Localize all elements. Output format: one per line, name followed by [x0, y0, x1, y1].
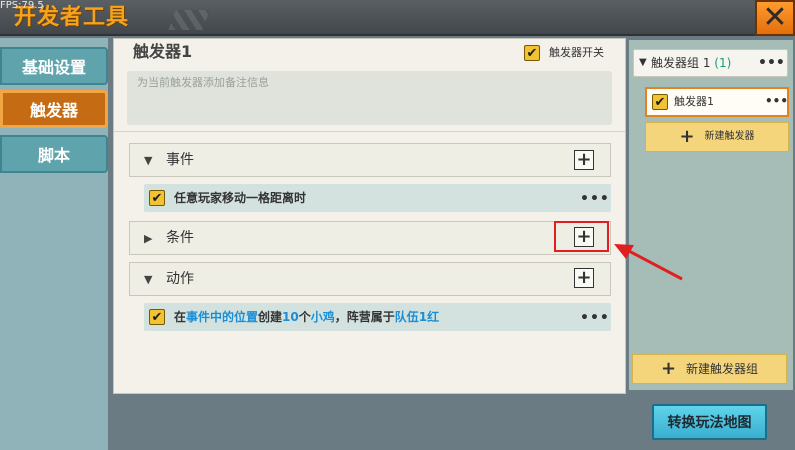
title-decoration: [168, 10, 210, 30]
action-param-count[interactable]: 10: [282, 310, 299, 324]
more-icon[interactable]: •••: [758, 56, 785, 70]
check-icon: ✔: [654, 94, 666, 110]
sidebar-item-label: 脚本: [37, 146, 70, 165]
trigger-switch-checkbox[interactable]: ✔: [524, 45, 540, 61]
caret-down-icon[interactable]: ▼: [144, 274, 152, 286]
action-param-position[interactable]: 事件中的位置: [186, 310, 258, 324]
trigger-group-count: (1): [714, 56, 732, 70]
event-item-text: 任意玩家移动一格距离时: [174, 191, 307, 205]
sidebar-item-label: 触发器: [29, 101, 78, 120]
chevron-down-icon[interactable]: ▼: [639, 57, 647, 69]
trigger-group-name: 触发器组 1: [651, 56, 711, 70]
divider: [114, 131, 625, 132]
trigger-switch-label: 触发器开关: [549, 46, 604, 59]
highlight-box: [554, 221, 609, 252]
trigger-note-placeholder: 为当前触发器添加备注信息: [137, 76, 269, 89]
action-item-text: 在事件中的位置创建10个小鸡，阵营属于队伍1红: [174, 309, 439, 325]
events-section-label: 事件: [166, 152, 194, 168]
caret-right-icon[interactable]: ▶: [144, 233, 152, 245]
action-item-checkbox[interactable]: ✔: [149, 309, 165, 325]
conditions-section-header[interactable]: [129, 221, 611, 255]
action-text: 在: [174, 310, 187, 324]
more-icon[interactable]: •••: [765, 95, 788, 107]
close-button[interactable]: ✕: [755, 0, 795, 36]
check-icon: ✔: [526, 45, 538, 61]
conditions-section-label: 条件: [166, 230, 194, 246]
actions-section-label: 动作: [166, 271, 194, 287]
events-section-header[interactable]: [129, 143, 611, 177]
new-trigger-group-label: 新建触发器组: [686, 362, 759, 376]
action-text: 个: [298, 310, 311, 324]
more-icon[interactable]: •••: [580, 311, 610, 325]
plus-icon: +: [679, 126, 695, 147]
check-icon: ✔: [151, 190, 163, 206]
caret-down-icon[interactable]: ▼: [144, 155, 152, 167]
add-action-button[interactable]: +: [574, 268, 594, 288]
event-item-checkbox[interactable]: ✔: [149, 190, 165, 206]
plus-icon: +: [576, 267, 592, 288]
trigger-name: 触发器1: [133, 42, 193, 61]
action-text: 创建: [258, 310, 283, 324]
new-trigger-button[interactable]: + 新建触发器: [645, 122, 789, 152]
trigger-item-label: 触发器1: [674, 95, 714, 108]
trigger-item-checkbox[interactable]: ✔: [652, 94, 668, 110]
convert-map-button[interactable]: 转换玩法地图: [652, 404, 767, 440]
close-icon: ✕: [762, 0, 788, 35]
more-icon[interactable]: •••: [580, 192, 610, 206]
actions-section-header[interactable]: [129, 262, 611, 296]
sidebar-item-basic-settings[interactable]: 基础设置: [0, 47, 108, 85]
sidebar-item-scripts[interactable]: 脚本: [0, 135, 108, 173]
fps-counter: FPS:79.5: [0, 0, 44, 11]
trigger-group-label: 触发器组 1 (1): [651, 55, 731, 71]
add-event-button[interactable]: +: [574, 150, 594, 170]
action-param-creature[interactable]: 小鸡: [311, 310, 335, 324]
sidebar-item-label: 基础设置: [21, 58, 86, 77]
new-trigger-group-button[interactable]: + 新建触发器组: [632, 354, 787, 384]
plus-icon: +: [576, 149, 592, 170]
check-icon: ✔: [151, 309, 163, 325]
plus-icon: +: [660, 358, 677, 379]
action-param-team[interactable]: 队伍1红: [395, 310, 439, 324]
new-trigger-label: 新建触发器: [704, 131, 755, 142]
action-text: ，阵营属于: [334, 310, 395, 324]
convert-map-label: 转换玩法地图: [667, 415, 752, 431]
sidebar-item-triggers[interactable]: 触发器: [0, 90, 108, 128]
